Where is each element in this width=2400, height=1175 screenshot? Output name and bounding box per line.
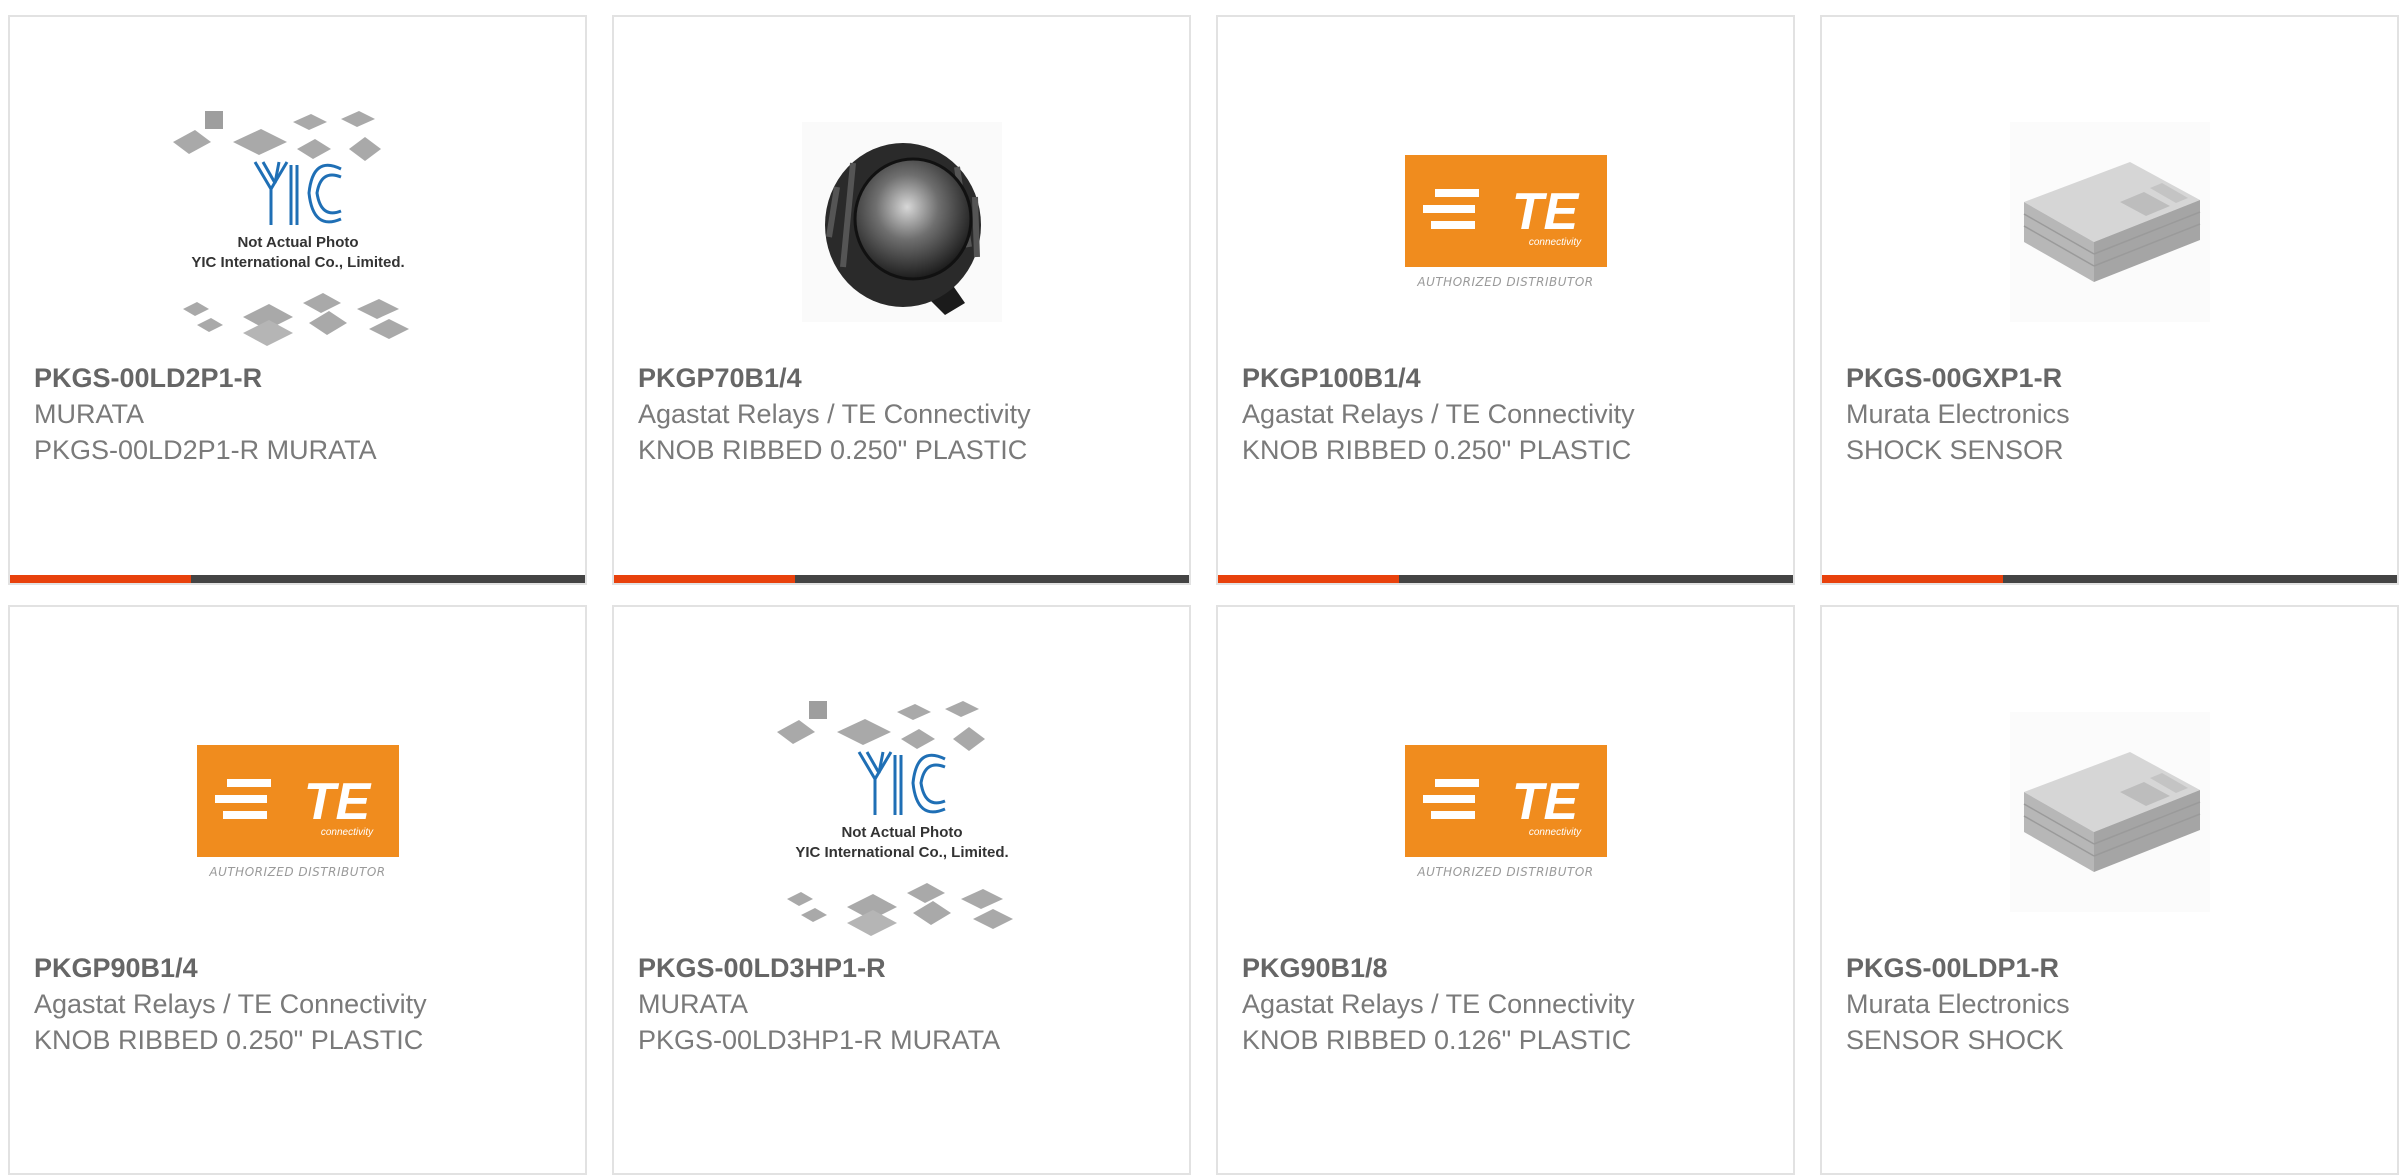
card-accent-bar bbox=[10, 575, 585, 583]
product-thumbnail[interactable]: TE connectivity AUTHORIZED DISTRIBUTOR bbox=[10, 677, 585, 947]
authorized-distributor-text: AUTHORIZED DISTRIBUTOR bbox=[1417, 865, 1594, 879]
part-number[interactable]: PKGP100B1/4 bbox=[1242, 360, 1777, 396]
yic-notice-line1: Not Actual Photo bbox=[237, 234, 358, 251]
description: PKGS-00LD3HP1-R MURATA bbox=[638, 1025, 1001, 1055]
authorized-distributor-text: AUTHORIZED DISTRIBUTOR bbox=[209, 865, 386, 879]
yic-notice-line2: YIC International Co., Limited. bbox=[191, 254, 404, 271]
card-accent-bar bbox=[1822, 575, 2397, 583]
manufacturer: MURATA bbox=[34, 399, 144, 429]
description: SHOCK SENSOR bbox=[1846, 435, 2064, 465]
card-accent-bar bbox=[1218, 575, 1793, 583]
knob-photo bbox=[801, 122, 1002, 322]
manufacturer: MURATA bbox=[638, 989, 748, 1019]
description: KNOB RIBBED 0.250" PLASTIC bbox=[1242, 435, 1632, 465]
yic-notice-line1: Not Actual Photo bbox=[841, 824, 962, 841]
part-number[interactable]: PKGS-00LD3HP1-R bbox=[638, 950, 1173, 986]
part-number[interactable]: PKGS-00LD2P1-R bbox=[34, 360, 569, 396]
part-number[interactable]: PKGP70B1/4 bbox=[638, 360, 1173, 396]
description: PKGS-00LD2P1-R MURATA bbox=[34, 435, 377, 465]
manufacturer: Agastat Relays / TE Connectivity bbox=[34, 989, 427, 1019]
product-grid: Not Actual Photo YIC International Co., … bbox=[8, 15, 2399, 1175]
product-thumbnail[interactable]: TE connectivity AUTHORIZED DISTRIBUTOR bbox=[1218, 677, 1793, 947]
manufacturer: Murata Electronics bbox=[1846, 989, 2070, 1019]
part-number[interactable]: PKGS-00LDP1-R bbox=[1846, 950, 2381, 986]
product-card[interactable]: TE connectivity AUTHORIZED DISTRIBUTOR P… bbox=[1216, 15, 1795, 585]
product-thumbnail[interactable] bbox=[1822, 87, 2397, 357]
manufacturer: Agastat Relays / TE Connectivity bbox=[1242, 399, 1635, 429]
product-thumbnail[interactable]: Not Actual Photo YIC International Co., … bbox=[614, 677, 1189, 947]
part-number[interactable]: PKG90B1/8 bbox=[1242, 950, 1777, 986]
product-card[interactable]: Not Actual Photo YIC International Co., … bbox=[8, 15, 587, 585]
product-card[interactable]: TE connectivity AUTHORIZED DISTRIBUTOR P… bbox=[1216, 605, 1795, 1175]
manufacturer: Agastat Relays / TE Connectivity bbox=[1242, 989, 1635, 1019]
svg-text:TE: TE bbox=[303, 773, 371, 831]
part-number[interactable]: PKGP90B1/4 bbox=[34, 950, 569, 986]
sensor-chip-photo bbox=[2009, 122, 2210, 322]
product-thumbnail[interactable] bbox=[1822, 677, 2397, 947]
product-card[interactable]: PKGS-00LDP1-R Murata Electronics SENSOR … bbox=[1820, 605, 2399, 1175]
product-thumbnail[interactable] bbox=[614, 87, 1189, 357]
card-accent-bar bbox=[614, 575, 1189, 583]
svg-text:connectivity: connectivity bbox=[1528, 237, 1581, 248]
description: KNOB RIBBED 0.126" PLASTIC bbox=[1242, 1025, 1632, 1055]
yic-placeholder-image: Not Actual Photo YIC International Co., … bbox=[776, 701, 1013, 936]
product-card[interactable]: PKGS-00GXP1-R Murata Electronics SHOCK S… bbox=[1820, 15, 2399, 585]
te-connectivity-logo: TE connectivity AUTHORIZED DISTRIBUTOR bbox=[1404, 745, 1607, 879]
product-thumbnail[interactable]: TE connectivity AUTHORIZED DISTRIBUTOR bbox=[1218, 87, 1793, 357]
te-connectivity-logo: TE connectivity AUTHORIZED DISTRIBUTOR bbox=[196, 745, 399, 879]
product-card[interactable]: Not Actual Photo YIC International Co., … bbox=[612, 605, 1191, 1175]
authorized-distributor-text: AUTHORIZED DISTRIBUTOR bbox=[1417, 275, 1594, 289]
product-thumbnail[interactable]: Not Actual Photo YIC International Co., … bbox=[10, 87, 585, 357]
yic-notice-line2: YIC International Co., Limited. bbox=[795, 844, 1008, 861]
svg-text:connectivity: connectivity bbox=[1528, 827, 1581, 838]
description: KNOB RIBBED 0.250" PLASTIC bbox=[638, 435, 1028, 465]
svg-text:TE: TE bbox=[1511, 773, 1579, 831]
svg-text:connectivity: connectivity bbox=[320, 827, 373, 838]
product-card[interactable]: TE connectivity AUTHORIZED DISTRIBUTOR P… bbox=[8, 605, 587, 1175]
description: KNOB RIBBED 0.250" PLASTIC bbox=[34, 1025, 424, 1055]
yic-placeholder-image: Not Actual Photo YIC International Co., … bbox=[172, 111, 409, 346]
part-number[interactable]: PKGS-00GXP1-R bbox=[1846, 360, 2381, 396]
description: SENSOR SHOCK bbox=[1846, 1025, 2064, 1055]
svg-text:TE: TE bbox=[1511, 183, 1579, 241]
sensor-chip-photo bbox=[2009, 712, 2210, 912]
manufacturer: Murata Electronics bbox=[1846, 399, 2070, 429]
te-connectivity-logo: TE connectivity AUTHORIZED DISTRIBUTOR bbox=[1404, 155, 1607, 289]
product-card[interactable]: PKGP70B1/4 Agastat Relays / TE Connectiv… bbox=[612, 15, 1191, 585]
manufacturer: Agastat Relays / TE Connectivity bbox=[638, 399, 1031, 429]
